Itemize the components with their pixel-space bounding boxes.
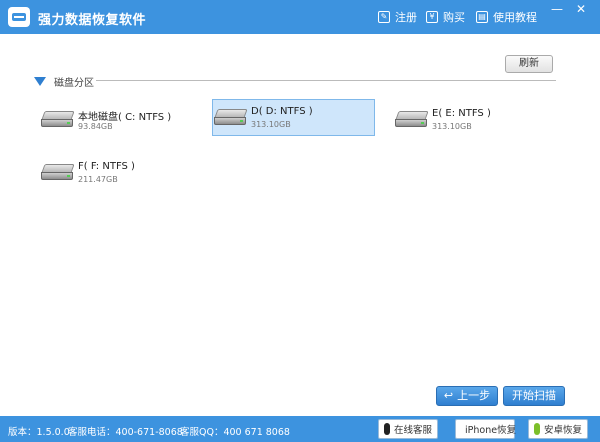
buy-label: 购买 [443, 11, 465, 24]
prev-step-button[interactable]: ↩ 上一步 [436, 386, 498, 406]
drive-item-d[interactable]: D( D: NTFS ) 313.10GB [212, 99, 375, 136]
drive-item-c[interactable]: 本地磁盘( C: NTFS ) 93.84GB [40, 102, 205, 138]
app-title: 强力数据恢复软件 [38, 13, 147, 28]
hard-drive-icon [41, 111, 75, 127]
tutorial-label: 使用教程 [493, 11, 537, 24]
iphone-recovery-button[interactable]: iPhone恢复 [455, 419, 517, 439]
collapse-triangle-icon[interactable] [34, 77, 46, 86]
prev-step-label: 上一步 [457, 389, 491, 402]
drive-size: 313.10GB [432, 122, 472, 131]
drive-name: D( D: NTFS ) [251, 106, 313, 117]
drive-item-f[interactable]: F( F: NTFS ) 211.47GB [40, 155, 205, 191]
book-icon: ▤ [476, 11, 488, 23]
drive-item-e[interactable]: E( E: NTFS ) 313.10GB [394, 102, 559, 138]
start-scan-button[interactable]: 开始扫描 [503, 386, 565, 406]
section-header: 磁盘分区 [34, 74, 94, 89]
drive-name: F( F: NTFS ) [78, 161, 135, 172]
register-label: 注册 [395, 11, 417, 24]
tutorial-button[interactable]: ▤ 使用教程 [476, 9, 537, 25]
service-qq-text: 客服QQ：400 671 8068 [180, 427, 290, 438]
back-arrow-icon: ↩ [443, 389, 454, 402]
service-phone-text: 客服电话：400-671-8068 [68, 427, 183, 438]
hard-drive-icon [41, 164, 75, 180]
iphone-recovery-label: iPhone恢复 [465, 425, 517, 436]
online-service-button[interactable]: 在线客服 [378, 419, 438, 439]
qq-penguin-icon [384, 423, 390, 435]
drive-size: 211.47GB [78, 175, 118, 184]
android-recovery-button[interactable]: 安卓恢复 [528, 419, 588, 439]
drive-name: E( E: NTFS ) [432, 108, 491, 119]
android-recovery-label: 安卓恢复 [543, 425, 582, 436]
close-button[interactable]: ✕ [572, 0, 590, 20]
version-text: 版本：1.5.0.0 [8, 427, 70, 438]
online-service-label: 在线客服 [393, 425, 432, 436]
drive-size: 93.84GB [78, 122, 113, 131]
drive-size: 313.10GB [251, 120, 291, 129]
register-icon: ✎ [378, 11, 390, 23]
section-title: 磁盘分区 [54, 78, 94, 89]
drive-name: 本地磁盘( C: NTFS ) [78, 112, 172, 123]
register-button[interactable]: ✎ 注册 [378, 9, 417, 25]
buy-button[interactable]: ¥ 购买 [426, 9, 465, 25]
android-icon [534, 423, 540, 435]
hard-drive-icon [395, 111, 429, 127]
refresh-button[interactable]: 刷新 [505, 55, 553, 73]
app-logo-icon [8, 7, 30, 27]
section-divider [96, 80, 556, 81]
title-bar: 强力数据恢复软件 ✎ 注册 ¥ 购买 ▤ 使用教程 — ✕ [0, 0, 600, 34]
yen-icon: ¥ [426, 11, 438, 23]
minimize-button[interactable]: — [548, 0, 566, 20]
hard-drive-icon [214, 109, 248, 125]
